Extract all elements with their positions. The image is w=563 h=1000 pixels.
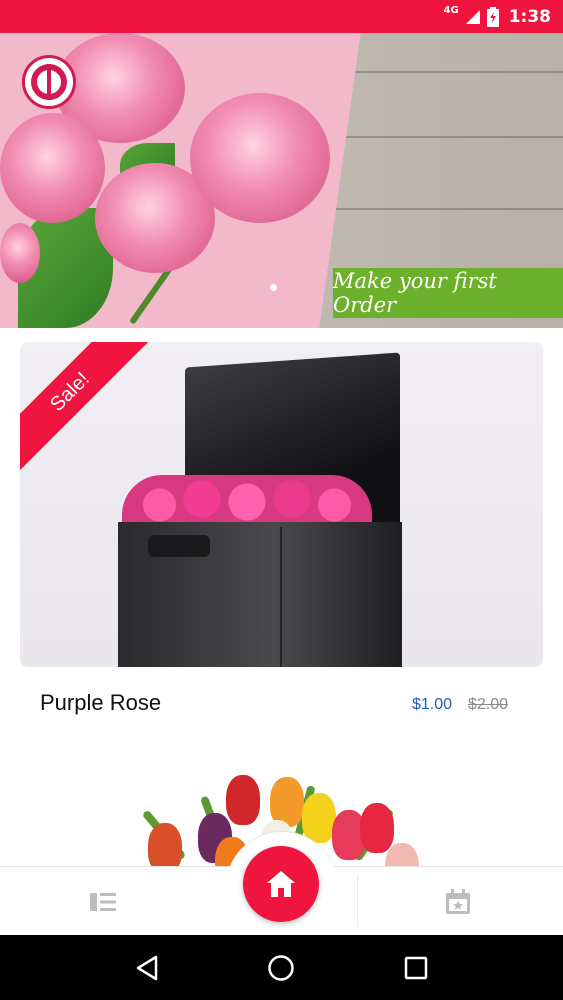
rose-flower <box>0 113 105 223</box>
rose-flower <box>0 223 40 283</box>
recents-icon <box>404 956 428 979</box>
product-card[interactable]: Sale! <box>20 342 543 667</box>
circle-home-icon <box>268 954 295 981</box>
first-order-cta[interactable]: Make your first Order <box>333 268 563 318</box>
sale-badge: Sale! <box>20 342 152 474</box>
nav-list-button[interactable] <box>33 867 173 936</box>
network-type: 4G <box>443 5 459 16</box>
system-recents-button[interactable] <box>396 948 436 988</box>
battery-icon <box>486 6 499 27</box>
tulip-flower <box>302 793 336 843</box>
calendar-star-icon <box>446 888 470 914</box>
flower-logo-icon <box>31 64 67 100</box>
wood-grain <box>300 208 563 210</box>
wood-grain <box>320 136 563 138</box>
system-back-button[interactable] <box>127 948 167 988</box>
status-icons: 4G 1:38 <box>444 0 551 33</box>
list-icon <box>90 892 116 911</box>
rose-flower <box>190 93 330 223</box>
gift-box-bow <box>148 535 210 557</box>
status-time: 1:38 <box>508 6 551 27</box>
tulip-flower <box>226 775 260 825</box>
shop-logo <box>22 55 76 109</box>
nav-events-button[interactable] <box>388 867 528 936</box>
sale-badge-text: Sale! <box>45 367 94 416</box>
product-price: $1.00 <box>412 696 453 713</box>
cta-text: Make your first Order <box>333 269 497 317</box>
wood-grain <box>330 71 563 73</box>
back-icon <box>136 955 158 980</box>
carousel-dot[interactable] <box>270 284 277 291</box>
tulip-flower <box>360 803 394 853</box>
tulip-flower <box>148 823 182 867</box>
product-name[interactable]: Purple Rose <box>40 690 161 716</box>
sale-ribbon: Sale! <box>20 342 160 482</box>
nav-divider <box>357 875 358 927</box>
gift-box-edge <box>280 527 282 667</box>
carousel-indicator <box>270 284 277 291</box>
home-button[interactable] <box>243 846 319 922</box>
status-bar: 4G 1:38 <box>0 0 563 33</box>
promo-banner[interactable]: Make your first Order <box>0 33 563 328</box>
tulip-flower <box>385 843 419 867</box>
signal-icon <box>465 9 480 24</box>
app-screen: 4G 1:38 Make your first Order Sale! Purp… <box>0 0 563 1000</box>
product-original-price: $2.00 <box>468 696 509 713</box>
home-icon <box>267 871 295 897</box>
system-home-button[interactable] <box>261 948 301 988</box>
system-navigation-bar <box>0 935 563 1000</box>
